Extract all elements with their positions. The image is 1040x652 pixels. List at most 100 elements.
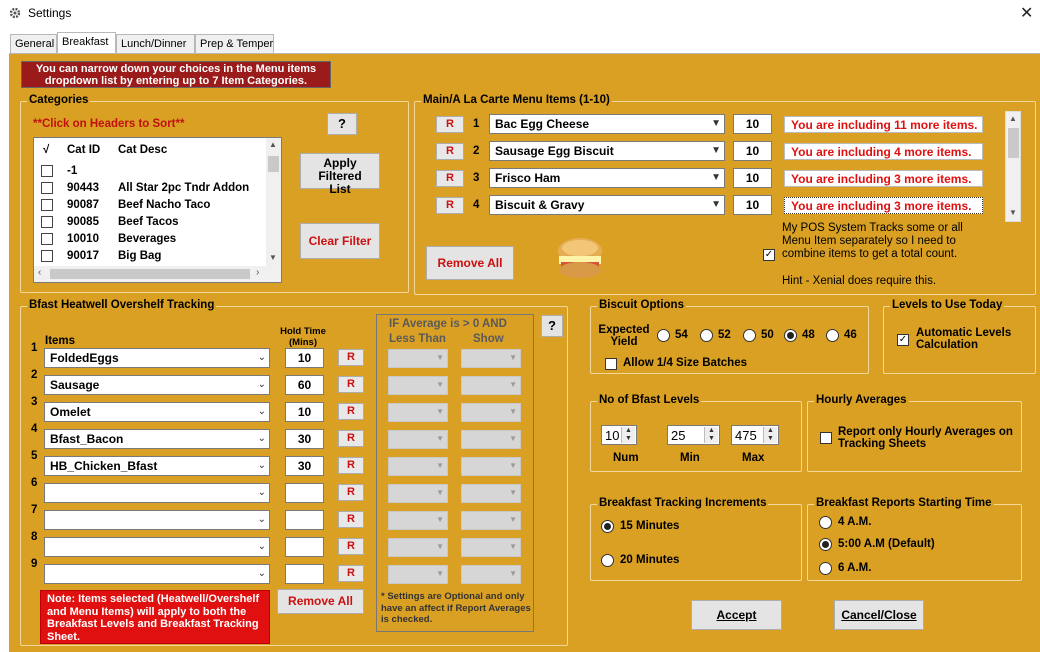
increment-15-radio[interactable]	[601, 520, 614, 533]
max-levels-spinner[interactable]: 475 ▲ ▼	[731, 425, 779, 445]
report-4am-radio[interactable]	[819, 516, 832, 529]
close-icon[interactable]: ✕	[1020, 3, 1036, 23]
reset-heatwell-2-button[interactable]: R	[338, 376, 364, 393]
report-5am-radio[interactable]	[819, 538, 832, 551]
reset-heatwell-3-button[interactable]: R	[338, 403, 364, 420]
menu-item-4-select[interactable]: Biscuit & Gravy ▼	[489, 195, 725, 215]
list-item[interactable]: 90017 Big Bag	[34, 248, 266, 265]
quarter-batch-checkbox[interactable]	[605, 358, 617, 370]
categories-help-button[interactable]: ?	[327, 113, 357, 135]
increment-20-radio[interactable]	[601, 554, 614, 567]
list-item[interactable]: 90085 Beef Tacos	[34, 214, 266, 231]
heatwell-item-5-select[interactable]: HB_Chicken_Bfast ⌄	[44, 456, 270, 476]
list-item[interactable]: 90087 Beef Nacho Taco	[34, 197, 266, 214]
list-hscrollbar[interactable]: ‹ ›	[34, 266, 281, 282]
heatwell-item-2-select[interactable]: Sausage ⌄	[44, 375, 270, 395]
show-6-select[interactable]: ▼	[461, 484, 521, 503]
menu-item-3-select[interactable]: Frisco Ham ▼	[489, 168, 725, 188]
list-vscrollbar[interactable]: ▲ ▼	[266, 138, 281, 266]
menu-item-2-qty[interactable]: 10	[733, 141, 772, 161]
reset-menu-item-1-button[interactable]: R	[436, 116, 464, 133]
hold-time-6[interactable]	[285, 483, 324, 503]
reset-menu-item-2-button[interactable]: R	[436, 143, 464, 160]
yield-48-radio[interactable]	[784, 329, 797, 342]
num-levels-spinner[interactable]: 10 ▲ ▼	[601, 425, 637, 445]
list-item[interactable]: 10010 Beverages	[34, 231, 266, 248]
heatwell-item-1-select[interactable]: FoldedEggs ⌄	[44, 348, 270, 368]
show-5-select[interactable]: ▼	[461, 457, 521, 476]
menu-item-4-qty[interactable]: 10	[733, 195, 772, 215]
less-than-7-select[interactable]: ▼	[388, 511, 448, 530]
reset-heatwell-7-button[interactable]: R	[338, 511, 364, 528]
yield-50-radio[interactable]	[743, 329, 756, 342]
yield-52-radio[interactable]	[700, 329, 713, 342]
menu-item-4-include-msg[interactable]: You are including 3 more items.	[784, 197, 983, 214]
tab-lunch-dinner[interactable]: Lunch/Dinner	[116, 34, 195, 54]
reset-menu-item-3-button[interactable]: R	[436, 170, 464, 187]
hold-time-7[interactable]	[285, 510, 324, 530]
less-than-2-select[interactable]: ▼	[388, 376, 448, 395]
show-3-select[interactable]: ▼	[461, 403, 521, 422]
show-8-select[interactable]: ▼	[461, 538, 521, 557]
heatwell-item-7-select[interactable]: ⌄	[44, 510, 270, 530]
reset-heatwell-4-button[interactable]: R	[338, 430, 364, 447]
report-6am-radio[interactable]	[819, 562, 832, 575]
tab-general[interactable]: General	[10, 34, 57, 54]
hourly-averages-checkbox[interactable]	[820, 432, 832, 444]
reset-heatwell-8-button[interactable]: R	[338, 538, 364, 555]
hold-time-4[interactable]: 30	[285, 429, 324, 449]
reset-heatwell-9-button[interactable]: R	[338, 565, 364, 582]
menu-remove-all-button[interactable]: Remove All	[426, 246, 514, 280]
menu-item-2-include-msg[interactable]: You are including 4 more items.	[784, 143, 983, 160]
heatwell-item-9-select[interactable]: ⌄	[44, 564, 270, 584]
heatwell-item-6-select[interactable]: ⌄	[44, 483, 270, 503]
menu-item-3-include-msg[interactable]: You are including 3 more items.	[784, 170, 983, 187]
show-2-select[interactable]: ▼	[461, 376, 521, 395]
less-than-5-select[interactable]: ▼	[388, 457, 448, 476]
heatwell-item-8-select[interactable]: ⌄	[44, 537, 270, 557]
list-item[interactable]: 90443 All Star 2pc Tndr Addon	[34, 180, 266, 197]
cancel-close-button[interactable]: Cancel/Close	[834, 600, 924, 630]
tab-prep-temper[interactable]: Prep & Temper	[195, 34, 274, 54]
show-9-select[interactable]: ▼	[461, 565, 521, 584]
heatwell-remove-all-button[interactable]: Remove All	[277, 589, 364, 614]
menu-items-scrollbar[interactable]: ▲ ▼	[1005, 111, 1021, 222]
clear-filter-button[interactable]: Clear Filter	[300, 223, 380, 259]
reset-heatwell-5-button[interactable]: R	[338, 457, 364, 474]
less-than-9-select[interactable]: ▼	[388, 565, 448, 584]
apply-filtered-list-button[interactable]: Apply Filtered List	[300, 153, 380, 196]
min-levels-spinner[interactable]: 25 ▲ ▼	[667, 425, 720, 445]
accept-button[interactable]: Accept	[691, 600, 782, 630]
list-item[interactable]: -1	[34, 163, 266, 180]
menu-item-1-select[interactable]: Bac Egg Cheese ▼	[489, 114, 725, 134]
hold-time-5[interactable]: 30	[285, 456, 324, 476]
reset-menu-item-4-button[interactable]: R	[436, 197, 464, 214]
hold-time-1[interactable]: 10	[285, 348, 324, 368]
heatwell-item-3-select[interactable]: Omelet ⌄	[44, 402, 270, 422]
show-1-select[interactable]: ▼	[461, 349, 521, 368]
hold-time-2[interactable]: 60	[285, 375, 324, 395]
less-than-8-select[interactable]: ▼	[388, 538, 448, 557]
less-than-6-select[interactable]: ▼	[388, 484, 448, 503]
reset-heatwell-6-button[interactable]: R	[338, 484, 364, 501]
heatwell-item-4-select[interactable]: Bfast_Bacon ⌄	[44, 429, 270, 449]
auto-levels-checkbox[interactable]: ✓	[897, 334, 909, 346]
less-than-1-select[interactable]: ▼	[388, 349, 448, 368]
show-7-select[interactable]: ▼	[461, 511, 521, 530]
tab-breakfast[interactable]: Breakfast	[57, 32, 116, 55]
less-than-4-select[interactable]: ▼	[388, 430, 448, 449]
menu-item-1-include-msg[interactable]: You are including 11 more items.	[784, 116, 983, 133]
show-4-select[interactable]: ▼	[461, 430, 521, 449]
menu-item-2-select[interactable]: Sausage Egg Biscuit ▼	[489, 141, 725, 161]
menu-item-1-qty[interactable]: 10	[733, 114, 772, 134]
reset-heatwell-1-button[interactable]: R	[338, 349, 364, 366]
hold-time-9[interactable]	[285, 564, 324, 584]
yield-54-radio[interactable]	[657, 329, 670, 342]
heatwell-help-button[interactable]: ?	[541, 315, 563, 337]
hold-time-3[interactable]: 10	[285, 402, 324, 422]
list-header[interactable]: √ Cat ID Cat Desc	[34, 142, 266, 159]
less-than-3-select[interactable]: ▼	[388, 403, 448, 422]
menu-item-3-qty[interactable]: 10	[733, 168, 772, 188]
categories-list[interactable]: √ Cat ID Cat Desc -1 90443 All Star 2pc T…	[33, 137, 282, 283]
hold-time-8[interactable]	[285, 537, 324, 557]
